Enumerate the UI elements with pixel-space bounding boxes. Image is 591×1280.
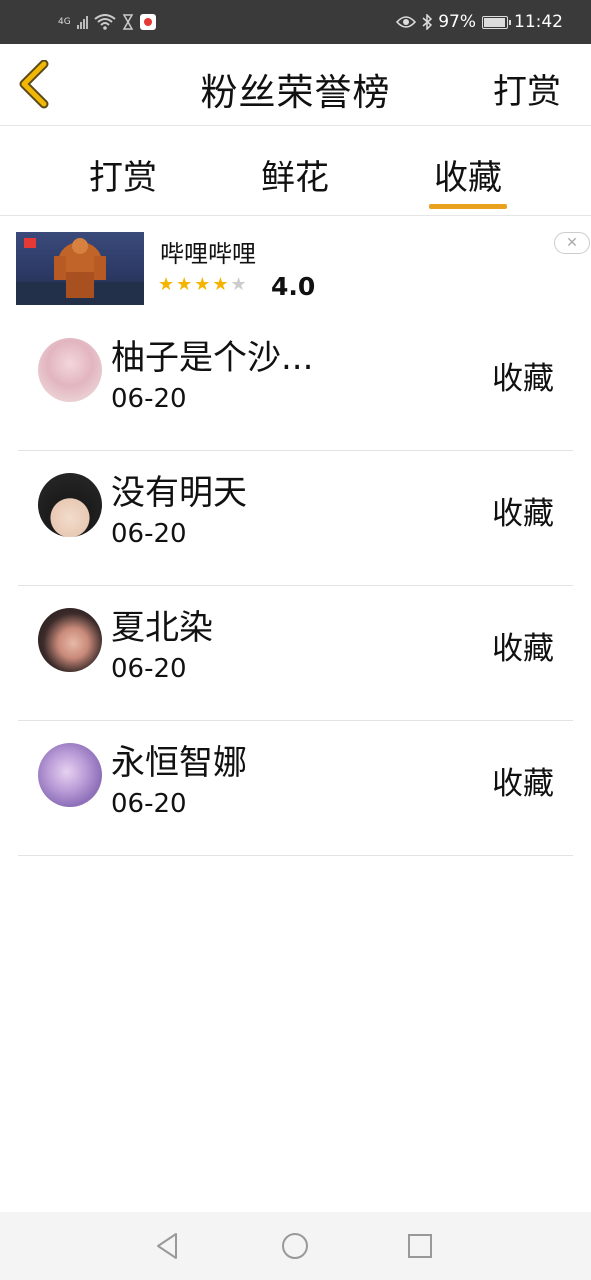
status-bar: 4G 97% 11:42: [0, 0, 591, 44]
item-action: 收藏: [492, 361, 554, 397]
item-action: 收藏: [492, 766, 554, 802]
tab-reward[interactable]: 打赏: [68, 150, 178, 199]
avatar[interactable]: [38, 743, 102, 807]
ad-thumbnail[interactable]: 广告: [16, 232, 144, 305]
status-icons-right: 97% 11:42: [396, 10, 563, 34]
system-nav-bar: [0, 1212, 591, 1280]
ad-app-name: 哔哩哔哩: [160, 240, 256, 268]
ad-banner[interactable]: 广告 哔哩哔哩 ★★★★★ 4.0 ✕: [0, 216, 591, 316]
battery-percent: 97%: [438, 12, 476, 32]
item-date: 06-20: [111, 789, 187, 819]
user-name: 永恒智娜: [111, 743, 247, 783]
eye-icon: [396, 16, 417, 28]
item-date: 06-20: [111, 519, 187, 549]
divider: [18, 855, 573, 856]
ad-close-button[interactable]: ✕: [554, 232, 590, 254]
list-item[interactable]: 夏北染 06-20 收藏: [0, 586, 591, 721]
ad-rating-value: 4.0: [271, 272, 316, 301]
wifi-icon: [94, 14, 116, 30]
tab-favorites[interactable]: 收藏: [413, 150, 523, 199]
app-header: 粉丝荣誉榜 打赏: [0, 44, 591, 126]
favorites-list: 柚子是个沙... 06-20 收藏 没有明天 06-20 收藏 夏北染 06-2…: [0, 316, 591, 856]
battery-icon: [482, 15, 511, 29]
reward-button[interactable]: 打赏: [493, 64, 561, 113]
bluetooth-icon: [422, 14, 433, 30]
item-date: 06-20: [111, 654, 187, 684]
clock: 11:42: [514, 12, 563, 32]
list-item[interactable]: 没有明天 06-20 收藏: [0, 451, 591, 586]
user-name: 夏北染: [111, 608, 213, 648]
avatar[interactable]: [38, 473, 102, 537]
circle-icon[interactable]: [279, 1230, 311, 1262]
list-item[interactable]: 柚子是个沙... 06-20 收藏: [0, 316, 591, 451]
game-character-image: [16, 238, 144, 305]
list-item[interactable]: 永恒智娜 06-20 收藏: [0, 721, 591, 856]
star-rating-icon: ★★★★★: [158, 274, 249, 295]
user-name: 柚子是个沙...: [111, 338, 314, 378]
close-icon: ✕: [566, 235, 578, 251]
triangle-left-icon[interactable]: [152, 1230, 184, 1262]
user-name: 没有明天: [111, 473, 247, 513]
signal-icon: [76, 15, 88, 29]
hourglass-icon: [122, 14, 133, 30]
item-action: 收藏: [492, 496, 554, 532]
tab-selected-indicator: [429, 204, 507, 209]
network-type: 4G: [58, 16, 71, 27]
ad-label: 广告: [34, 304, 62, 305]
item-date: 06-20: [111, 384, 187, 414]
item-action: 收藏: [492, 631, 554, 667]
tab-bar: 打赏 鲜花 收藏: [0, 126, 591, 216]
tab-flowers[interactable]: 鲜花: [240, 150, 350, 199]
app-notification-icon: [139, 14, 156, 30]
avatar[interactable]: [38, 338, 102, 402]
square-icon[interactable]: [404, 1230, 436, 1262]
avatar[interactable]: [38, 608, 102, 672]
status-icons-left: 4G: [58, 10, 156, 34]
